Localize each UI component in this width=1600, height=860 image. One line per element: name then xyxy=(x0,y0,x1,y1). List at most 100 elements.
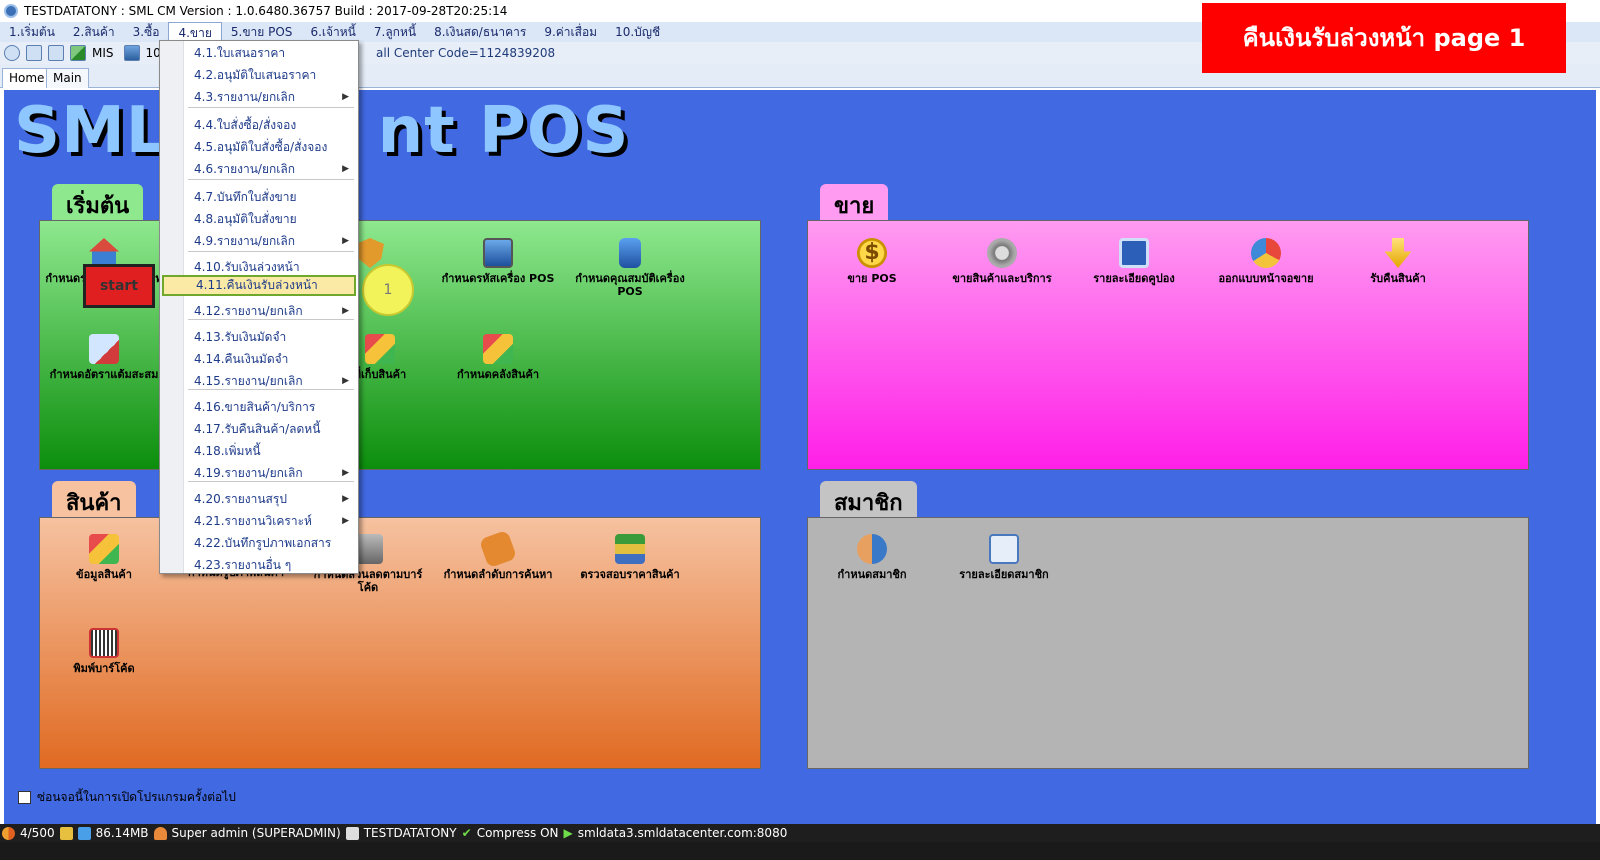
boxes-icon xyxy=(89,534,119,564)
sell-pos-item[interactable]: $ ขาย POS xyxy=(812,238,932,285)
menu-item-label: 4.6.รายงาน/ยกเลิก xyxy=(194,162,295,176)
current-user: Super admin (SUPERADMIN) xyxy=(171,826,341,840)
panel-tab-start: เริ่มต้น xyxy=(52,184,144,222)
menu-item[interactable]: 4.5.อนุมัติใบสั่งซื้อ/สั่งจอง xyxy=(185,137,355,158)
menu-item[interactable]: 4.8.อนุมัติใบสั่งขาย xyxy=(185,209,355,230)
menu-buy[interactable]: 3.ซื้อ xyxy=(124,22,169,42)
page-banner: คืนเงินรับล่วงหน้า page 1 xyxy=(1202,3,1566,73)
sell-goods-services-item[interactable]: ขายสินค้าและบริการ xyxy=(942,238,1062,285)
submenu-arrow-icon: ▶ xyxy=(342,92,349,102)
mis-label[interactable]: MIS xyxy=(92,46,114,60)
menu-item[interactable]: 4.21.รายงานวิเคราะห์ ▶ xyxy=(185,511,355,532)
panel-tab-member: สมาชิก xyxy=(820,481,917,519)
menu-item[interactable]: 4.20.รายงานสรุป ▶ xyxy=(185,489,355,510)
menu-item-label: 4.22.บันทึกรูปภาพเอกสาร xyxy=(194,536,332,550)
menu-sell-pos[interactable]: 5.ขาย POS xyxy=(222,22,302,42)
menu-item[interactable]: 4.7.บันทึกใบสั่งขาย xyxy=(185,187,355,208)
return-goods-item[interactable]: รับคืนสินค้า xyxy=(1338,238,1458,285)
member-detail-item[interactable]: รายละเอียดสมาชิก xyxy=(944,534,1064,581)
menu-item[interactable]: 4.17.รับคืนสินค้า/ลดหนี้ xyxy=(185,419,355,440)
boxes-icon xyxy=(483,334,513,364)
menu-item-label: 4.5.อนุมัติใบสั่งซื้อ/สั่งจอง xyxy=(194,140,328,154)
submenu-arrow-icon: ▶ xyxy=(342,468,349,478)
menu-depreciation[interactable]: 9.ค่าเสื่อม xyxy=(535,22,606,42)
design-sell-screen-item[interactable]: ออกแบบหน้าจอขาย xyxy=(1206,238,1326,285)
menu-item[interactable]: 4.6.รายงาน/ยกเลิก ▶ xyxy=(185,159,355,180)
server-address: smldata3.smldatacenter.com:8080 xyxy=(577,826,788,840)
item-label: กำหนดลำดับการค้นหา xyxy=(443,568,553,581)
item-label: รายละเอียดสมาชิก xyxy=(959,568,1049,581)
price-tag-icon xyxy=(478,529,518,569)
item-label: กำหนดสมาชิก xyxy=(837,568,907,581)
item-label: กำหนดคุณสมบัติเครื่อง POS xyxy=(575,272,685,298)
pos-code-item[interactable]: กำหนดรหัสเครื่อง POS xyxy=(438,238,558,285)
menu-start[interactable]: 1.เริ่มต้น xyxy=(0,22,64,42)
start-highlight-box: start xyxy=(83,264,155,308)
status-bar: 4/500 86.14MB Super admin (SUPERADMIN) T… xyxy=(0,824,1600,842)
bottom-strip xyxy=(0,842,1600,860)
menu-gutter xyxy=(160,41,184,573)
menu-item-label: 4.21.รายงานวิเคราะห์ xyxy=(194,514,312,528)
tab-main[interactable]: Main xyxy=(46,68,89,88)
submenu-arrow-icon: ▶ xyxy=(342,376,349,386)
menu-accounting[interactable]: 10.บัญชี xyxy=(606,22,669,42)
menu-product[interactable]: 2.สินค้า xyxy=(64,22,124,42)
menu-debtor[interactable]: 7.ลูกหนี้ xyxy=(365,22,425,42)
points-rate-item[interactable]: กำหนดอัตราแต้มสะสม xyxy=(44,334,164,381)
calculator-icon[interactable] xyxy=(48,45,64,61)
handshake-icon xyxy=(857,534,887,564)
dropdown-circle-icon[interactable] xyxy=(4,45,20,61)
step-number-circle: 1 xyxy=(362,264,414,316)
menu-item-refund-advance-selected[interactable]: 4.11.คืนเงินรับล่วงหน้า xyxy=(162,275,356,296)
menu-item-label: 4.4.ใบสั่งซื้อ/สั่งจอง xyxy=(194,118,297,132)
coupon-detail-item[interactable]: รายละเอียดคูปอง xyxy=(1074,238,1194,285)
submenu-arrow-icon: ▶ xyxy=(342,494,349,504)
menu-cash-bank[interactable]: 8.เงินสด/ธนาคาร xyxy=(425,22,535,42)
image-icon[interactable] xyxy=(123,45,140,61)
pos-properties-item[interactable]: กำหนดคุณสมบัติเครื่อง POS xyxy=(570,238,690,298)
compress-status: Compress ON xyxy=(476,826,559,840)
barcode-icon xyxy=(89,628,119,658)
price-check-item[interactable]: ตรวจสอบราคาสินค้า xyxy=(570,534,690,581)
hide-on-startup-checkbox[interactable]: ซ่อนจอนี้ในการเปิดโปรแกรมครั้งต่อไป xyxy=(18,788,236,807)
product-data-item[interactable]: ข้อมูลสินค้า xyxy=(44,534,164,581)
menu-item[interactable]: 4.19.รายงาน/ยกเลิก ▶ xyxy=(185,463,355,484)
menu-item[interactable]: 4.4.ใบสั่งซื้อ/สั่งจอง xyxy=(185,115,355,136)
menu-creditor[interactable]: 6.เจ้าหนี้ xyxy=(301,22,364,42)
warehouse-item[interactable]: กำหนดคลังสินค้า xyxy=(438,334,558,381)
menu-item[interactable]: 4.1.ใบเสนอราคา xyxy=(185,43,355,64)
chart-icon[interactable] xyxy=(70,45,86,61)
menu-item[interactable]: 4.12.รายงาน/ยกเลิก ▶ xyxy=(185,301,355,322)
submenu-arrow-icon: ▶ xyxy=(342,164,349,174)
memory-usage: 86.14MB xyxy=(95,826,149,840)
print-barcode-item[interactable]: พิมพ์บาร์โค้ด xyxy=(44,628,164,675)
menu-sell[interactable]: 4.ขาย xyxy=(168,22,222,42)
item-label: ข้อมูลสินค้า xyxy=(76,568,132,581)
database-name: TESTDATATONY xyxy=(363,826,457,840)
menu-item-label: 4.9.รายงาน/ยกเลิก xyxy=(194,234,295,248)
memory-icon xyxy=(77,826,91,840)
menu-item[interactable]: 4.23.รายงานอื่น ๆ xyxy=(185,555,355,576)
search-order-item[interactable]: กำหนดลำดับการค้นหา xyxy=(438,529,558,581)
users-icon xyxy=(2,826,15,840)
menu-item[interactable]: 4.15.รายงาน/ยกเลิก ▶ xyxy=(185,371,355,392)
define-member-item[interactable]: กำหนดสมาชิก xyxy=(812,534,932,581)
checkbox-box[interactable] xyxy=(18,791,31,804)
item-label: กำหนดคลังสินค้า xyxy=(457,368,539,381)
menu-item[interactable]: 4.16.ขายสินค้า/บริการ xyxy=(185,397,355,418)
menu-item[interactable]: 4.22.บันทึกรูปภาพเอกสาร xyxy=(185,533,355,554)
menu-item[interactable]: 4.9.รายงาน/ยกเลิก ▶ xyxy=(185,231,355,252)
tab-home[interactable]: Home xyxy=(2,68,52,88)
menu-item[interactable]: 4.2.อนุมัติใบเสนอราคา xyxy=(185,65,355,86)
menu-item[interactable]: 4.14.คืนเงินมัดจำ xyxy=(185,349,355,370)
menu-item[interactable]: 4.13.รับเงินมัดจำ xyxy=(185,327,355,348)
item-label: ตรวจสอบราคาสินค้า xyxy=(580,568,680,581)
menu-item[interactable]: 4.3.รายงาน/ยกเลิก ▶ xyxy=(185,87,355,108)
logo-text-left: SML xyxy=(14,94,168,168)
window-icon[interactable] xyxy=(26,45,42,61)
id-card-icon xyxy=(989,534,1019,564)
books-check-icon xyxy=(615,534,645,564)
menu-item-label: 4.11.คืนเงินรับล่วงหน้า xyxy=(196,278,318,292)
menu-item[interactable]: 4.18.เพิ่มหนี้ xyxy=(185,441,355,462)
download-arrow-icon xyxy=(1384,238,1412,268)
